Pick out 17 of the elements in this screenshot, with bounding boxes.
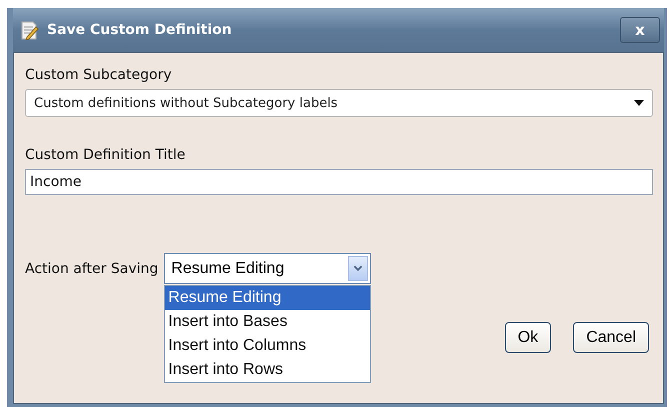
subcategory-dropdown[interactable]: Custom definitions without Subcategory labels	[25, 89, 653, 117]
dialog-button[interactable]: Ok	[504, 322, 552, 353]
window-title: Save Custom Definition	[47, 22, 233, 38]
dropdown-option[interactable]: Insert into Columns	[165, 334, 370, 358]
close-button[interactable]: x	[620, 17, 660, 43]
dropdown-option[interactable]: Insert into Bases	[165, 310, 370, 334]
dropdown-option[interactable]: Resume Editing	[165, 286, 370, 310]
caret-icon	[348, 256, 368, 281]
field-label: Custom Definition Title	[25, 147, 186, 163]
caret-icon	[634, 100, 644, 106]
field-label: Action after Saving	[25, 260, 158, 276]
title-input-field[interactable]: Income	[25, 169, 653, 195]
dropdown-option[interactable]: Insert into Rows	[165, 358, 370, 382]
action-dropdown[interactable]: Resume Editing	[164, 253, 372, 284]
pencil-document-icon	[21, 20, 39, 40]
field-label: Custom Subcategory	[25, 67, 173, 83]
dialog-button[interactable]: Cancel	[573, 322, 649, 353]
